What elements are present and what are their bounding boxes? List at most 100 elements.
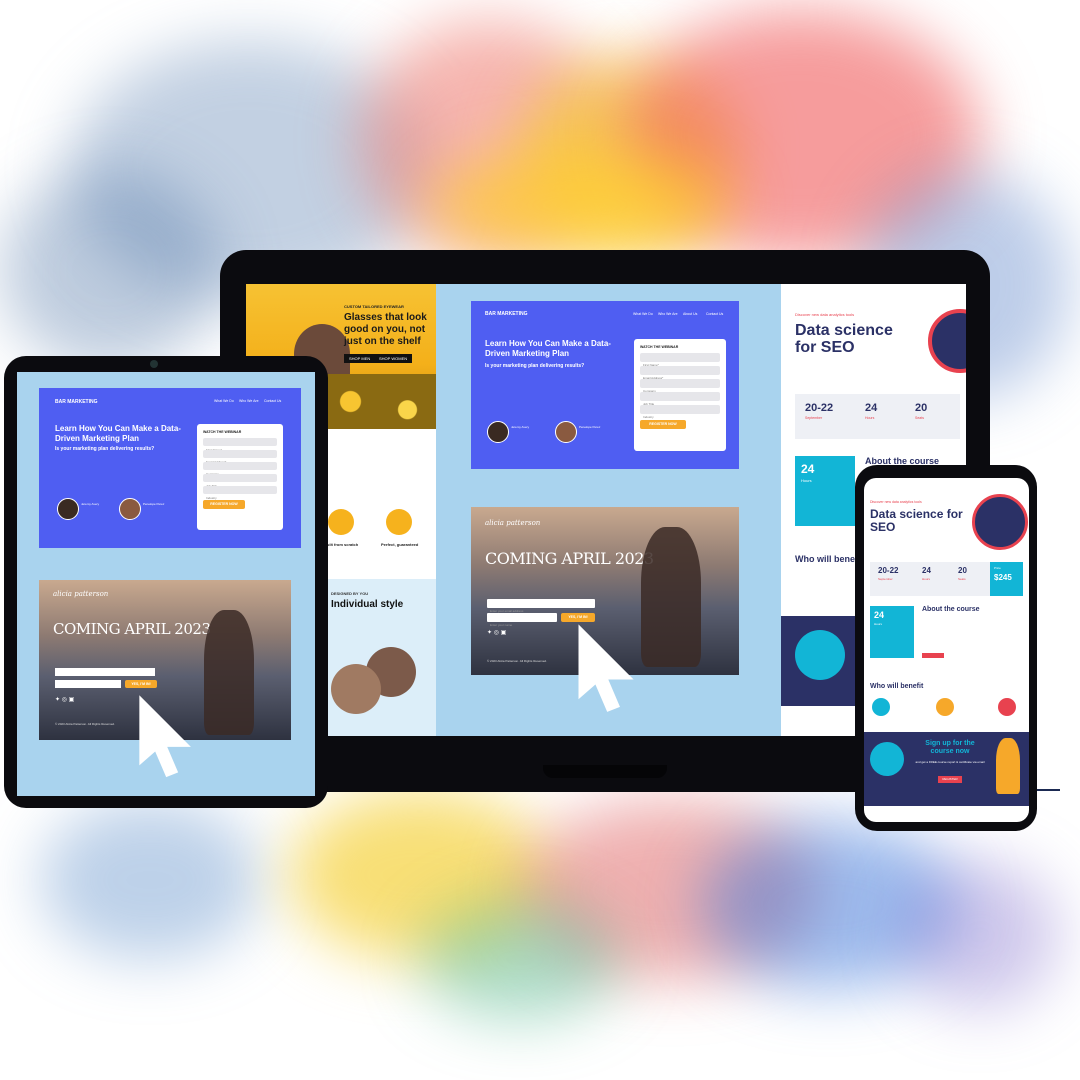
tablet-webinar-headline: Learn How You Can Make a Data-Driven Mar…	[55, 424, 181, 443]
phone-signup-title: Sign up for the course now	[925, 740, 975, 755]
tablet-email-field[interactable]: Email Address*	[203, 450, 277, 464]
seo-stats: 20-22 September 24 Hours 20 Seats	[795, 394, 960, 439]
tablet-camera	[150, 360, 158, 368]
speaker-avatar-2	[555, 421, 577, 443]
webinar-headline: Learn How You Can Make a Data-Driven Mar…	[485, 339, 611, 358]
phone-stat-3-value: 20	[958, 566, 967, 575]
tablet-industry-field[interactable]: Industry	[203, 486, 277, 500]
tablet-company-field[interactable]: Company	[203, 462, 277, 476]
hours-label: Hours	[801, 478, 812, 483]
job-title-field[interactable]: Job Title	[640, 392, 720, 406]
tablet-speaker-name-2: Penelope Perez	[143, 502, 165, 506]
phone-register-button[interactable]: REGISTER	[938, 776, 962, 783]
tablet-coming-name-input[interactable]	[55, 680, 121, 688]
stat-1-label: September	[805, 416, 823, 420]
tablet-coming-footer: © 2023 Alicia Patterson. All Rights Rese…	[55, 722, 115, 726]
phone-stat-2-value: 24	[922, 566, 931, 575]
stat-3-value: 20	[915, 402, 928, 414]
phone-kicker: Discover new data analytics tools	[870, 500, 922, 504]
coming-headline: COMING APRIL 2023	[485, 549, 654, 568]
phone-benefit-avatar-3	[998, 698, 1016, 716]
speaker-avatar-1	[487, 421, 509, 443]
phone-rocket-illustration	[972, 494, 1028, 550]
tablet-nav-what-we-do[interactable]: What We Do	[214, 399, 234, 403]
phone-stats: 20-22 September 24 Hours 20 Seats Price …	[870, 562, 1023, 596]
rocket-illustration	[928, 309, 966, 373]
seo-headline: Data science for SEO	[795, 322, 893, 356]
tablet-job-title-field[interactable]: Job Title	[203, 474, 277, 488]
shop-women-button[interactable]: SHOP WOMEN	[374, 354, 413, 363]
tablet-coming-headline: COMING APRIL 2023	[53, 620, 211, 638]
register-now-button[interactable]: REGISTER NOW	[640, 420, 686, 429]
brand-logo: BAR MARKETING	[485, 311, 528, 317]
tablet-screen: BAR MARKETING What We Do Who We Are Cont…	[17, 372, 315, 796]
designed-title: Individual style	[331, 599, 404, 610]
phone-register-small-button[interactable]	[922, 653, 944, 658]
feature-icon-2	[386, 509, 412, 535]
speaker-name-1: Jeremy Avery	[511, 425, 530, 429]
tablet-social-icons[interactable]: ✦ ◎ ▣	[55, 696, 74, 703]
yes-im-in-button[interactable]: YES, I'M IN!	[561, 613, 595, 622]
phone-stat-1-label: September	[878, 577, 893, 581]
phone-about-title: About the course	[922, 606, 980, 613]
email-field[interactable]: Email Address*	[640, 366, 720, 380]
feature-label-1: Built from scratch	[324, 542, 359, 547]
phone-signup-illustration	[870, 742, 904, 776]
designed-kicker: DESIGNED BY YOU	[331, 591, 369, 596]
phone-benefit-avatar-1	[872, 698, 890, 716]
tablet-coming-email-input[interactable]	[55, 668, 155, 676]
feature-label-2: Perfect, guaranteed	[381, 542, 419, 547]
tablet-nav-contact-us[interactable]: Contact Us	[264, 399, 281, 403]
nav-who-we-are[interactable]: Who We Are	[658, 312, 678, 316]
phone-who-title: Who will benefit	[870, 683, 924, 690]
tablet-webinar-form: WATCH THE WEBINAR First Name* Email Addr…	[197, 424, 283, 530]
stat-2-label: Hours	[865, 416, 875, 420]
tablet-webinar-page: BAR MARKETING What We Do Who We Are Cont…	[39, 388, 301, 548]
phone-price-value: $245	[994, 573, 1012, 582]
portrait-circle-2	[331, 664, 381, 714]
glasses-headline: Glasses that look good on you, not just …	[344, 312, 427, 347]
coming-email-input[interactable]: Enter your email address	[487, 599, 595, 613]
social-icons[interactable]: ✦ ◎ ▣	[487, 629, 506, 636]
nav-contact-us[interactable]: Contact Us	[706, 312, 723, 316]
tablet-nav-who-we-are[interactable]: Who We Are	[239, 399, 259, 403]
cursor-pointer-icon	[578, 624, 634, 712]
shop-men-button[interactable]: SHOP MEN	[344, 354, 376, 363]
hours-value: 24	[801, 462, 815, 476]
tablet-cursor-pointer-icon	[139, 695, 191, 778]
laptop-notch	[543, 765, 667, 778]
phone-hours-card: 24 Hours	[870, 606, 914, 658]
coming-name-input[interactable]: Enter your name	[487, 613, 557, 627]
seo-kicker: Discover new data analytics tools	[795, 312, 855, 317]
tablet-woman-silhouette	[204, 610, 254, 735]
tablet-speaker-avatar-1	[57, 498, 79, 520]
tablet-speaker-avatar-2	[119, 498, 141, 520]
tablet-yes-im-in-button[interactable]: YES, I'M IN!	[125, 680, 157, 688]
form-title: WATCH THE WEBINAR	[640, 345, 679, 349]
tablet-webinar-subheadline: Is your marketing plan delivering result…	[55, 446, 155, 452]
nav-what-we-do[interactable]: What We Do	[633, 312, 653, 316]
phone-signup-banner: Sign up for the course now and get a FRE…	[864, 732, 1029, 806]
industry-field[interactable]: Industry	[640, 405, 720, 419]
signup-illustration	[795, 630, 845, 680]
tablet-register-now-button[interactable]: REGISTER NOW	[203, 500, 245, 509]
phone-stat-1-value: 20-22	[878, 566, 899, 575]
webinar-page: BAR MARKETING What We Do Who We Are Abou…	[471, 301, 739, 469]
glasses-kicker: CUSTOM TAILORED EYEWEAR	[344, 304, 404, 309]
phone-price-label: Price	[994, 566, 1001, 570]
phone-person-illustration	[996, 738, 1020, 794]
company-field[interactable]: Company	[640, 379, 720, 393]
first-name-field[interactable]: First Name*	[640, 353, 720, 367]
who-title: Who will benefit	[795, 554, 864, 564]
tablet-first-name-field[interactable]: First Name*	[203, 438, 277, 452]
nav-about-us[interactable]: About Us	[683, 312, 697, 316]
phone-headline: Data science for SEO	[870, 507, 963, 534]
stat-2-value: 24	[865, 402, 878, 414]
hours-card: 24 Hours	[795, 456, 855, 526]
tablet-brand-logo: BAR MARKETING	[55, 399, 98, 405]
tablet-speaker-name-1: Jeremy Avery	[81, 502, 100, 506]
phone-benefit-avatar-2	[936, 698, 954, 716]
phone-screen: Discover new data analytics tools Data s…	[864, 478, 1029, 822]
phone-stat-2-label: Hours	[922, 577, 931, 581]
speaker-name-2: Penelope Perez	[579, 425, 601, 429]
